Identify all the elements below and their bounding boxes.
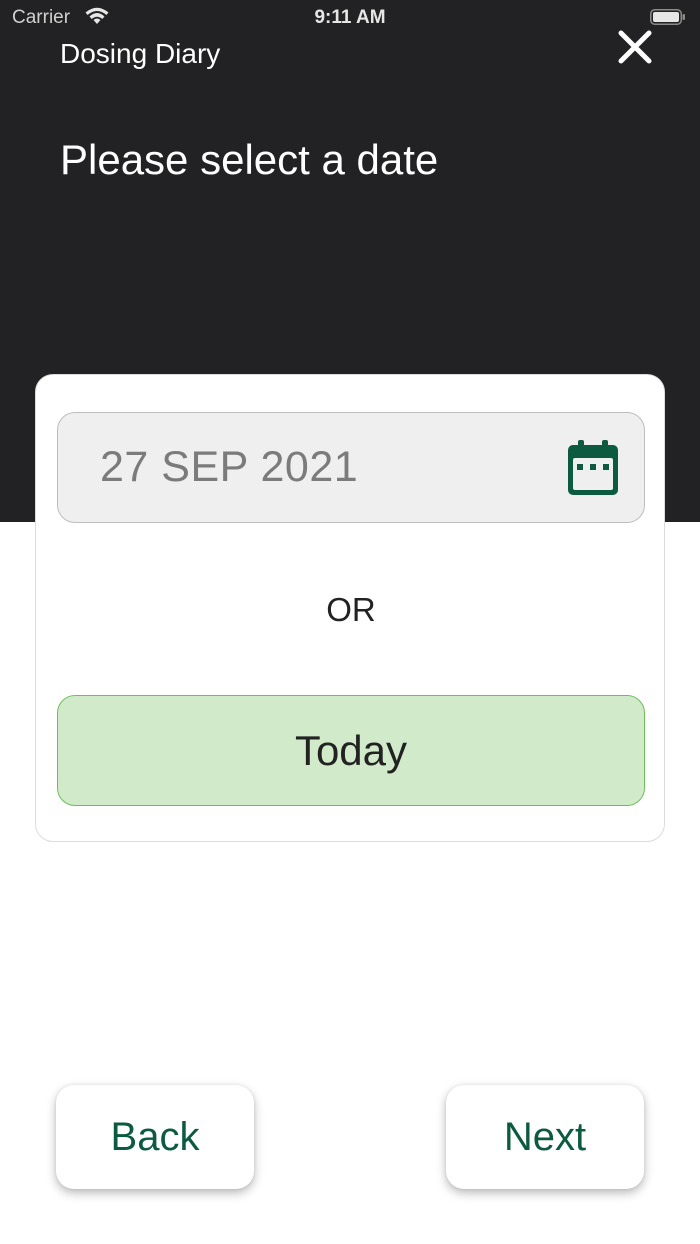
status-bar: Carrier 9:11 AM: [0, 0, 700, 36]
calendar-icon[interactable]: [566, 439, 620, 497]
today-button[interactable]: Today: [57, 695, 645, 806]
date-value: 27 SEP 2021: [100, 443, 359, 491]
date-selection-card: 27 SEP 2021 OR Today: [35, 374, 665, 842]
app-title: Dosing Diary: [60, 38, 221, 69]
or-divider-label: OR: [326, 591, 376, 628]
battery-icon: [650, 9, 685, 25]
date-field[interactable]: 27 SEP 2021: [57, 412, 645, 523]
close-icon[interactable]: [612, 24, 658, 70]
status-time: 9:11 AM: [314, 7, 386, 28]
next-button[interactable]: Next: [446, 1085, 644, 1189]
page-title: Please select a date: [60, 136, 439, 183]
back-button[interactable]: Back: [56, 1085, 254, 1189]
